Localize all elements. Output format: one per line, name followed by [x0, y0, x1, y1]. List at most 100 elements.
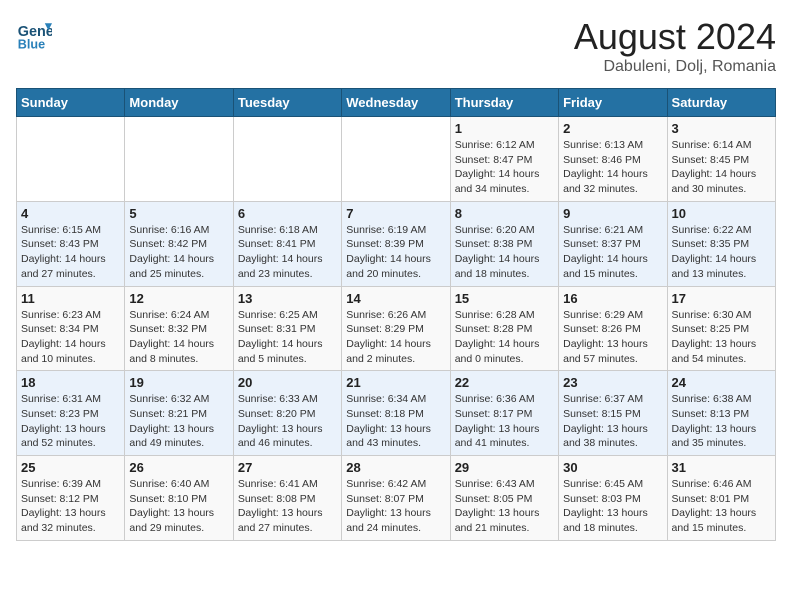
day-detail: Sunrise: 6:14 AM Sunset: 8:45 PM Dayligh…: [672, 138, 771, 197]
header-tuesday: Tuesday: [233, 89, 341, 117]
day-detail: Sunrise: 6:20 AM Sunset: 8:38 PM Dayligh…: [455, 223, 554, 282]
day-cell: 21 Sunrise: 6:34 AM Sunset: 8:18 PM Dayli…: [342, 371, 450, 456]
day-number: 20: [238, 375, 337, 390]
day-number: 17: [672, 291, 771, 306]
day-cell: 22 Sunrise: 6:36 AM Sunset: 8:17 PM Dayli…: [450, 371, 558, 456]
day-cell: 14Sunrise: 6:26 AM Sunset: 8:29 PM Dayli…: [342, 286, 450, 371]
day-detail: Sunrise: 6:45 AM Sunset: 8:03 PM Dayligh…: [563, 477, 662, 536]
week-row-2: 4 Sunrise: 6:15 AM Sunset: 8:43 PM Daylig…: [17, 201, 776, 286]
logo-icon: General Blue: [16, 16, 52, 52]
day-cell: 28 Sunrise: 6:42 AM Sunset: 8:07 PM Dayli…: [342, 456, 450, 541]
day-cell: 12 Sunrise: 6:24 AM Sunset: 8:32 PM Dayli…: [125, 286, 233, 371]
day-number: 29: [455, 460, 554, 475]
day-detail: Sunrise: 6:36 AM Sunset: 8:17 PM Dayligh…: [455, 392, 554, 451]
day-detail: Sunrise: 6:12 AM Sunset: 8:47 PM Dayligh…: [455, 138, 554, 197]
day-cell: 19Sunrise: 6:32 AM Sunset: 8:21 PM Dayli…: [125, 371, 233, 456]
day-detail: Sunrise: 6:22 AM Sunset: 8:35 PM Dayligh…: [672, 223, 771, 282]
day-cell: 4 Sunrise: 6:15 AM Sunset: 8:43 PM Daylig…: [17, 201, 125, 286]
day-number: 23: [563, 375, 662, 390]
day-cell: 27 Sunrise: 6:41 AM Sunset: 8:08 PM Dayli…: [233, 456, 341, 541]
day-number: 1: [455, 121, 554, 136]
day-number: 4: [21, 206, 120, 221]
day-number: 26: [129, 460, 228, 475]
day-detail: Sunrise: 6:21 AM Sunset: 8:37 PM Dayligh…: [563, 223, 662, 282]
day-cell: 24 Sunrise: 6:38 AM Sunset: 8:13 PM Dayli…: [667, 371, 775, 456]
day-cell: 17 Sunrise: 6:30 AM Sunset: 8:25 PM Dayli…: [667, 286, 775, 371]
day-cell: 16Sunrise: 6:29 AM Sunset: 8:26 PM Dayli…: [559, 286, 667, 371]
day-detail: Sunrise: 6:39 AM Sunset: 8:12 PM Dayligh…: [21, 477, 120, 536]
day-cell: 20 Sunrise: 6:33 AM Sunset: 8:20 PM Dayli…: [233, 371, 341, 456]
header-sunday: Sunday: [17, 89, 125, 117]
day-detail: Sunrise: 6:30 AM Sunset: 8:25 PM Dayligh…: [672, 308, 771, 367]
day-cell: 10 Sunrise: 6:22 AM Sunset: 8:35 PM Dayli…: [667, 201, 775, 286]
day-number: 18: [21, 375, 120, 390]
day-cell: 7 Sunrise: 6:19 AM Sunset: 8:39 PM Daylig…: [342, 201, 450, 286]
day-number: 19: [129, 375, 228, 390]
day-number: 22: [455, 375, 554, 390]
day-number: 12: [129, 291, 228, 306]
day-cell: 8 Sunrise: 6:20 AM Sunset: 8:38 PM Daylig…: [450, 201, 558, 286]
day-cell: 18Sunrise: 6:31 AM Sunset: 8:23 PM Dayli…: [17, 371, 125, 456]
day-number: 3: [672, 121, 771, 136]
day-detail: Sunrise: 6:41 AM Sunset: 8:08 PM Dayligh…: [238, 477, 337, 536]
day-number: 7: [346, 206, 445, 221]
day-detail: Sunrise: 6:15 AM Sunset: 8:43 PM Dayligh…: [21, 223, 120, 282]
day-detail: Sunrise: 6:23 AM Sunset: 8:34 PM Dayligh…: [21, 308, 120, 367]
day-cell: [17, 117, 125, 202]
day-cell: 1 Sunrise: 6:12 AM Sunset: 8:47 PM Daylig…: [450, 117, 558, 202]
header-friday: Friday: [559, 89, 667, 117]
day-detail: Sunrise: 6:43 AM Sunset: 8:05 PM Dayligh…: [455, 477, 554, 536]
sub-title: Dabuleni, Dolj, Romania: [574, 58, 776, 76]
day-number: 24: [672, 375, 771, 390]
day-cell: 15 Sunrise: 6:28 AM Sunset: 8:28 PM Dayli…: [450, 286, 558, 371]
day-number: 28: [346, 460, 445, 475]
day-number: 25: [21, 460, 120, 475]
day-cell: 11Sunrise: 6:23 AM Sunset: 8:34 PM Dayli…: [17, 286, 125, 371]
day-cell: 6Sunrise: 6:18 AM Sunset: 8:41 PM Daylig…: [233, 201, 341, 286]
logo: General Blue: [16, 16, 52, 52]
day-cell: 3 Sunrise: 6:14 AM Sunset: 8:45 PM Daylig…: [667, 117, 775, 202]
day-cell: 5 Sunrise: 6:16 AM Sunset: 8:42 PM Daylig…: [125, 201, 233, 286]
day-cell: [233, 117, 341, 202]
day-number: 15: [455, 291, 554, 306]
day-detail: Sunrise: 6:42 AM Sunset: 8:07 PM Dayligh…: [346, 477, 445, 536]
day-cell: 30 Sunrise: 6:45 AM Sunset: 8:03 PM Dayli…: [559, 456, 667, 541]
day-cell: [342, 117, 450, 202]
day-detail: Sunrise: 6:40 AM Sunset: 8:10 PM Dayligh…: [129, 477, 228, 536]
title-block: August 2024 Dabuleni, Dolj, Romania: [574, 16, 776, 76]
header-wednesday: Wednesday: [342, 89, 450, 117]
day-number: 13: [238, 291, 337, 306]
day-number: 8: [455, 206, 554, 221]
day-detail: Sunrise: 6:13 AM Sunset: 8:46 PM Dayligh…: [563, 138, 662, 197]
week-row-4: 18Sunrise: 6:31 AM Sunset: 8:23 PM Dayli…: [17, 371, 776, 456]
day-cell: 29 Sunrise: 6:43 AM Sunset: 8:05 PM Dayli…: [450, 456, 558, 541]
svg-text:Blue: Blue: [18, 37, 45, 51]
day-detail: Sunrise: 6:19 AM Sunset: 8:39 PM Dayligh…: [346, 223, 445, 282]
header-thursday: Thursday: [450, 89, 558, 117]
day-cell: 26 Sunrise: 6:40 AM Sunset: 8:10 PM Dayli…: [125, 456, 233, 541]
day-number: 5: [129, 206, 228, 221]
day-detail: Sunrise: 6:18 AM Sunset: 8:41 PM Dayligh…: [238, 223, 337, 282]
day-detail: Sunrise: 6:34 AM Sunset: 8:18 PM Dayligh…: [346, 392, 445, 451]
day-cell: 9Sunrise: 6:21 AM Sunset: 8:37 PM Daylig…: [559, 201, 667, 286]
day-number: 21: [346, 375, 445, 390]
day-detail: Sunrise: 6:24 AM Sunset: 8:32 PM Dayligh…: [129, 308, 228, 367]
day-number: 30: [563, 460, 662, 475]
day-cell: 31Sunrise: 6:46 AM Sunset: 8:01 PM Dayli…: [667, 456, 775, 541]
day-detail: Sunrise: 6:28 AM Sunset: 8:28 PM Dayligh…: [455, 308, 554, 367]
day-cell: 25 Sunrise: 6:39 AM Sunset: 8:12 PM Dayli…: [17, 456, 125, 541]
week-row-3: 11Sunrise: 6:23 AM Sunset: 8:34 PM Dayli…: [17, 286, 776, 371]
calendar: SundayMondayTuesdayWednesdayThursdayFrid…: [16, 88, 776, 541]
week-row-5: 25 Sunrise: 6:39 AM Sunset: 8:12 PM Dayli…: [17, 456, 776, 541]
day-number: 10: [672, 206, 771, 221]
day-cell: 13Sunrise: 6:25 AM Sunset: 8:31 PM Dayli…: [233, 286, 341, 371]
day-detail: Sunrise: 6:29 AM Sunset: 8:26 PM Dayligh…: [563, 308, 662, 367]
day-number: 27: [238, 460, 337, 475]
day-cell: 23Sunrise: 6:37 AM Sunset: 8:15 PM Dayli…: [559, 371, 667, 456]
day-detail: Sunrise: 6:33 AM Sunset: 8:20 PM Dayligh…: [238, 392, 337, 451]
day-detail: Sunrise: 6:38 AM Sunset: 8:13 PM Dayligh…: [672, 392, 771, 451]
header-saturday: Saturday: [667, 89, 775, 117]
day-detail: Sunrise: 6:16 AM Sunset: 8:42 PM Dayligh…: [129, 223, 228, 282]
day-detail: Sunrise: 6:26 AM Sunset: 8:29 PM Dayligh…: [346, 308, 445, 367]
header-monday: Monday: [125, 89, 233, 117]
